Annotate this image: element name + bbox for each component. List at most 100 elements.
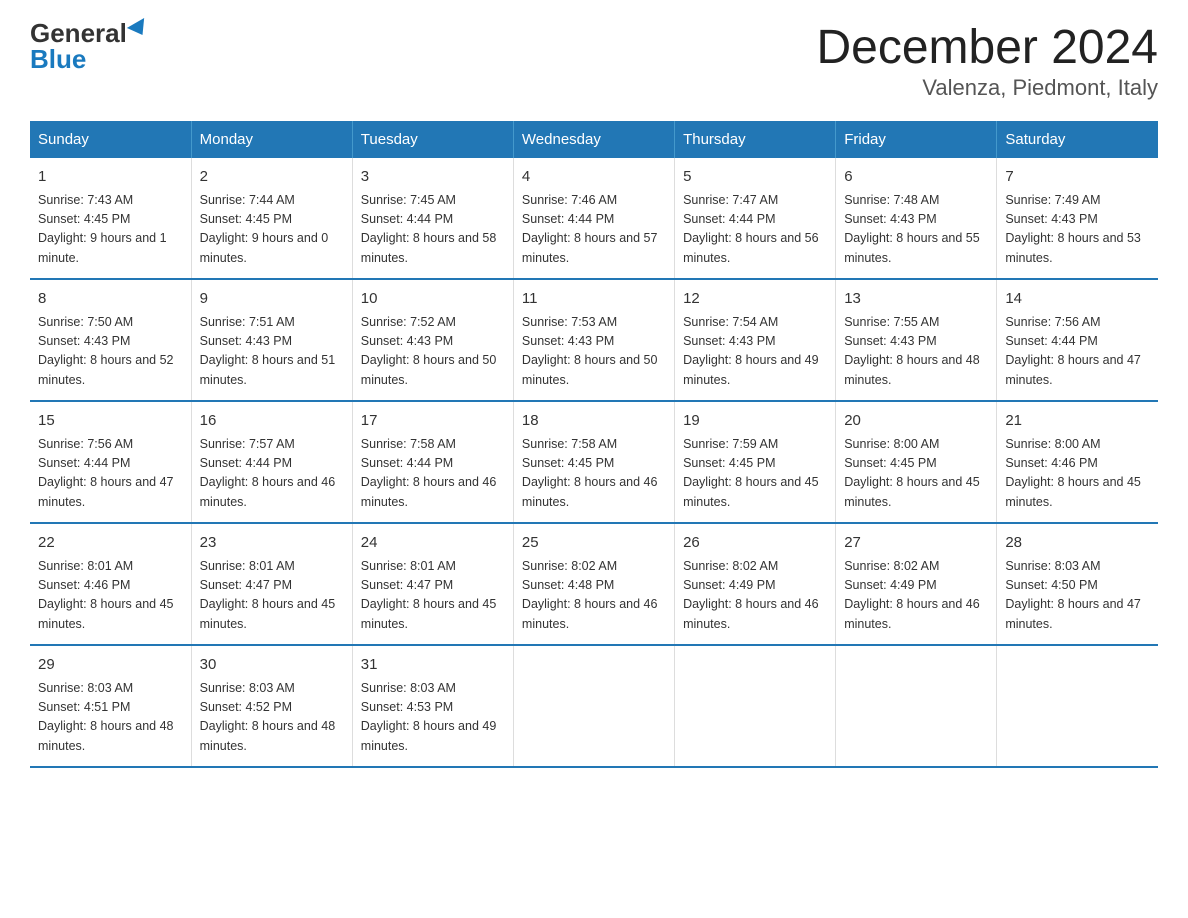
- day-info: Sunrise: 7:55 AMSunset: 4:43 PMDaylight:…: [844, 313, 988, 391]
- day-info: Sunrise: 7:44 AMSunset: 4:45 PMDaylight:…: [200, 191, 344, 269]
- logo-blue: Blue: [30, 46, 86, 72]
- day-number: 9: [200, 288, 344, 311]
- calendar-cell: [675, 645, 836, 767]
- day-info: Sunrise: 7:50 AMSunset: 4:43 PMDaylight:…: [38, 313, 183, 391]
- calendar-body: 1Sunrise: 7:43 AMSunset: 4:45 PMDaylight…: [30, 158, 1158, 767]
- day-number: 24: [361, 532, 505, 555]
- logo-general: General: [30, 20, 127, 46]
- day-info: Sunrise: 8:01 AMSunset: 4:47 PMDaylight:…: [361, 557, 505, 635]
- day-number: 7: [1005, 166, 1150, 189]
- calendar-cell: 24Sunrise: 8:01 AMSunset: 4:47 PMDayligh…: [352, 523, 513, 645]
- day-number: 25: [522, 532, 666, 555]
- calendar-cell: 29Sunrise: 8:03 AMSunset: 4:51 PMDayligh…: [30, 645, 191, 767]
- day-number: 23: [200, 532, 344, 555]
- title-block: December 2024 Valenza, Piedmont, Italy: [816, 20, 1158, 101]
- week-row-5: 29Sunrise: 8:03 AMSunset: 4:51 PMDayligh…: [30, 645, 1158, 767]
- calendar-cell: 10Sunrise: 7:52 AMSunset: 4:43 PMDayligh…: [352, 279, 513, 401]
- day-number: 16: [200, 410, 344, 433]
- page-header: General Blue December 2024 Valenza, Pied…: [30, 20, 1158, 101]
- day-info: Sunrise: 8:01 AMSunset: 4:47 PMDaylight:…: [200, 557, 344, 635]
- day-info: Sunrise: 8:03 AMSunset: 4:52 PMDaylight:…: [200, 679, 344, 757]
- day-info: Sunrise: 7:46 AMSunset: 4:44 PMDaylight:…: [522, 191, 666, 269]
- calendar-cell: 6Sunrise: 7:48 AMSunset: 4:43 PMDaylight…: [836, 158, 997, 279]
- day-number: 26: [683, 532, 827, 555]
- calendar-cell: 27Sunrise: 8:02 AMSunset: 4:49 PMDayligh…: [836, 523, 997, 645]
- day-info: Sunrise: 7:43 AMSunset: 4:45 PMDaylight:…: [38, 191, 183, 269]
- calendar-cell: 17Sunrise: 7:58 AMSunset: 4:44 PMDayligh…: [352, 401, 513, 523]
- day-info: Sunrise: 8:02 AMSunset: 4:49 PMDaylight:…: [683, 557, 827, 635]
- calendar-cell: 2Sunrise: 7:44 AMSunset: 4:45 PMDaylight…: [191, 158, 352, 279]
- day-info: Sunrise: 7:47 AMSunset: 4:44 PMDaylight:…: [683, 191, 827, 269]
- calendar-cell: 16Sunrise: 7:57 AMSunset: 4:44 PMDayligh…: [191, 401, 352, 523]
- day-info: Sunrise: 7:58 AMSunset: 4:44 PMDaylight:…: [361, 435, 505, 513]
- day-info: Sunrise: 7:51 AMSunset: 4:43 PMDaylight:…: [200, 313, 344, 391]
- calendar-cell: 22Sunrise: 8:01 AMSunset: 4:46 PMDayligh…: [30, 523, 191, 645]
- calendar-title: December 2024: [816, 20, 1158, 75]
- calendar-cell: [997, 645, 1158, 767]
- day-info: Sunrise: 7:56 AMSunset: 4:44 PMDaylight:…: [38, 435, 183, 513]
- day-info: Sunrise: 8:00 AMSunset: 4:46 PMDaylight:…: [1005, 435, 1150, 513]
- calendar-cell: 19Sunrise: 7:59 AMSunset: 4:45 PMDayligh…: [675, 401, 836, 523]
- calendar-cell: [836, 645, 997, 767]
- day-info: Sunrise: 7:56 AMSunset: 4:44 PMDaylight:…: [1005, 313, 1150, 391]
- day-number: 1: [38, 166, 183, 189]
- day-info: Sunrise: 7:54 AMSunset: 4:43 PMDaylight:…: [683, 313, 827, 391]
- calendar-cell: 30Sunrise: 8:03 AMSunset: 4:52 PMDayligh…: [191, 645, 352, 767]
- week-row-2: 8Sunrise: 7:50 AMSunset: 4:43 PMDaylight…: [30, 279, 1158, 401]
- day-info: Sunrise: 7:52 AMSunset: 4:43 PMDaylight:…: [361, 313, 505, 391]
- calendar-cell: 28Sunrise: 8:03 AMSunset: 4:50 PMDayligh…: [997, 523, 1158, 645]
- calendar-header: SundayMondayTuesdayWednesdayThursdayFrid…: [30, 121, 1158, 158]
- week-row-4: 22Sunrise: 8:01 AMSunset: 4:46 PMDayligh…: [30, 523, 1158, 645]
- week-row-1: 1Sunrise: 7:43 AMSunset: 4:45 PMDaylight…: [30, 158, 1158, 279]
- day-info: Sunrise: 7:57 AMSunset: 4:44 PMDaylight:…: [200, 435, 344, 513]
- calendar-cell: 31Sunrise: 8:03 AMSunset: 4:53 PMDayligh…: [352, 645, 513, 767]
- calendar-cell: 8Sunrise: 7:50 AMSunset: 4:43 PMDaylight…: [30, 279, 191, 401]
- day-number: 30: [200, 654, 344, 677]
- day-info: Sunrise: 8:03 AMSunset: 4:51 PMDaylight:…: [38, 679, 183, 757]
- day-info: Sunrise: 8:02 AMSunset: 4:48 PMDaylight:…: [522, 557, 666, 635]
- calendar-cell: 26Sunrise: 8:02 AMSunset: 4:49 PMDayligh…: [675, 523, 836, 645]
- day-number: 12: [683, 288, 827, 311]
- calendar-cell: 18Sunrise: 7:58 AMSunset: 4:45 PMDayligh…: [513, 401, 674, 523]
- day-number: 22: [38, 532, 183, 555]
- day-number: 17: [361, 410, 505, 433]
- day-number: 3: [361, 166, 505, 189]
- calendar-cell: [513, 645, 674, 767]
- calendar-cell: 7Sunrise: 7:49 AMSunset: 4:43 PMDaylight…: [997, 158, 1158, 279]
- calendar-cell: 3Sunrise: 7:45 AMSunset: 4:44 PMDaylight…: [352, 158, 513, 279]
- header-col-wednesday: Wednesday: [513, 121, 674, 158]
- header-col-monday: Monday: [191, 121, 352, 158]
- day-info: Sunrise: 8:00 AMSunset: 4:45 PMDaylight:…: [844, 435, 988, 513]
- calendar-cell: 25Sunrise: 8:02 AMSunset: 4:48 PMDayligh…: [513, 523, 674, 645]
- day-info: Sunrise: 7:45 AMSunset: 4:44 PMDaylight:…: [361, 191, 505, 269]
- day-number: 8: [38, 288, 183, 311]
- header-col-thursday: Thursday: [675, 121, 836, 158]
- logo: General Blue: [30, 20, 149, 72]
- day-number: 14: [1005, 288, 1150, 311]
- calendar-cell: 14Sunrise: 7:56 AMSunset: 4:44 PMDayligh…: [997, 279, 1158, 401]
- day-number: 6: [844, 166, 988, 189]
- day-number: 2: [200, 166, 344, 189]
- calendar-cell: 9Sunrise: 7:51 AMSunset: 4:43 PMDaylight…: [191, 279, 352, 401]
- day-number: 19: [683, 410, 827, 433]
- calendar-cell: 5Sunrise: 7:47 AMSunset: 4:44 PMDaylight…: [675, 158, 836, 279]
- calendar-cell: 11Sunrise: 7:53 AMSunset: 4:43 PMDayligh…: [513, 279, 674, 401]
- day-info: Sunrise: 7:58 AMSunset: 4:45 PMDaylight:…: [522, 435, 666, 513]
- day-info: Sunrise: 8:03 AMSunset: 4:53 PMDaylight:…: [361, 679, 505, 757]
- day-number: 20: [844, 410, 988, 433]
- day-number: 13: [844, 288, 988, 311]
- week-row-3: 15Sunrise: 7:56 AMSunset: 4:44 PMDayligh…: [30, 401, 1158, 523]
- day-number: 27: [844, 532, 988, 555]
- header-col-friday: Friday: [836, 121, 997, 158]
- day-info: Sunrise: 8:02 AMSunset: 4:49 PMDaylight:…: [844, 557, 988, 635]
- calendar-cell: 4Sunrise: 7:46 AMSunset: 4:44 PMDaylight…: [513, 158, 674, 279]
- header-row: SundayMondayTuesdayWednesdayThursdayFrid…: [30, 121, 1158, 158]
- calendar-cell: 21Sunrise: 8:00 AMSunset: 4:46 PMDayligh…: [997, 401, 1158, 523]
- day-number: 15: [38, 410, 183, 433]
- day-number: 21: [1005, 410, 1150, 433]
- calendar-subtitle: Valenza, Piedmont, Italy: [816, 75, 1158, 101]
- day-number: 31: [361, 654, 505, 677]
- day-info: Sunrise: 8:03 AMSunset: 4:50 PMDaylight:…: [1005, 557, 1150, 635]
- day-info: Sunrise: 8:01 AMSunset: 4:46 PMDaylight:…: [38, 557, 183, 635]
- day-info: Sunrise: 7:59 AMSunset: 4:45 PMDaylight:…: [683, 435, 827, 513]
